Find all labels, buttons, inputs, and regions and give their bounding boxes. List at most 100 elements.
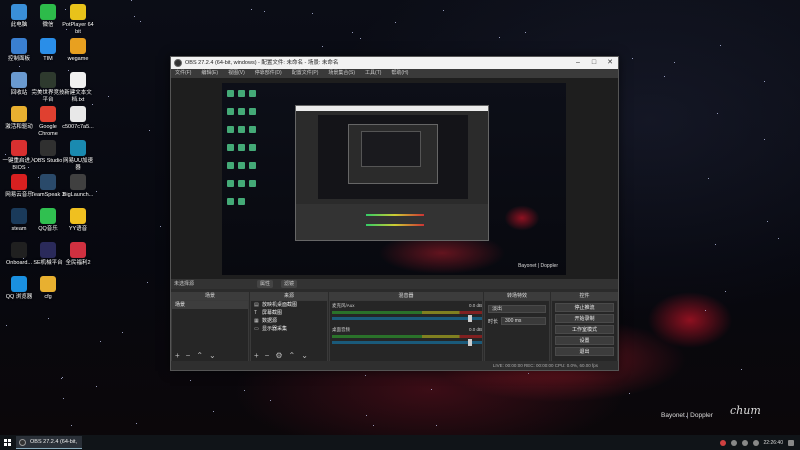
netease-music-icon xyxy=(11,174,27,190)
steam-icon xyxy=(11,208,27,224)
settings-button[interactable]: 设置 xyxy=(555,336,614,345)
star xyxy=(352,32,353,33)
properties-button[interactable]: 属性 xyxy=(257,280,274,288)
menu-docks[interactable]: 停靠部件(D) xyxy=(255,69,282,78)
desktop-icon-label: 网易UU加速器 xyxy=(63,158,93,171)
star xyxy=(71,425,72,426)
obs-window[interactable]: OBS 27.2.4 (64-bit, windows) - 配置文件: 未命名… xyxy=(170,56,619,371)
source-item[interactable]: ▦ 数据源 xyxy=(251,317,327,325)
menu-edit[interactable]: 编辑(E) xyxy=(201,69,218,78)
volume-slider[interactable] xyxy=(332,315,482,322)
transition-select[interactable]: 淡出 xyxy=(488,305,546,313)
add-scene-icon[interactable]: + xyxy=(175,351,180,361)
biglauncher-icon xyxy=(70,174,86,190)
tray-app-icon[interactable] xyxy=(719,439,726,446)
move-up-icon[interactable]: ⌃ xyxy=(289,351,296,361)
preview-signature: Bayonet | Doppler xyxy=(518,263,558,269)
move-down-icon[interactable]: ⌄ xyxy=(301,351,308,361)
menu-file[interactable]: 文件(F) xyxy=(175,69,191,78)
mixer-channel-db: 0.0 dB xyxy=(468,327,482,332)
desktop-icon-label: 完美世界竞技平台 xyxy=(31,90,65,103)
start-button[interactable] xyxy=(0,435,14,450)
desktop-icon-label: cfg xyxy=(44,294,52,300)
preview-canvas[interactable]: Bayonet | Doppler xyxy=(222,83,566,275)
star xyxy=(131,0,132,1)
desktop-icon-label: 全民福利2 xyxy=(65,260,91,266)
status-bar: LIVE: 00:00:00 REC: 00:00:00 CPU: 0.0%, … xyxy=(171,361,618,370)
scene-item[interactable]: 场景 xyxy=(172,301,248,309)
controls-dock-title: 控件 xyxy=(551,292,618,300)
desktop-icon[interactable]: cfg xyxy=(31,276,65,301)
star xyxy=(436,425,437,426)
duration-input[interactable]: 300 ms xyxy=(501,317,546,325)
menu-tools[interactable]: 工具(T) xyxy=(365,69,381,78)
source-item[interactable]: T 屏幕截图 xyxy=(251,309,327,317)
desktop-icon[interactable]: SE机械平台 xyxy=(31,242,65,267)
remove-source-icon[interactable]: − xyxy=(265,351,270,361)
sources-toolbar: + − ⚙ ⌃ ⌄ xyxy=(250,351,328,361)
scenes-toolbar: + − ⌃ ⌄ xyxy=(171,351,249,361)
move-down-icon[interactable]: ⌄ xyxy=(209,351,216,361)
start-recording-button[interactable]: 开始录制 xyxy=(555,314,614,323)
star xyxy=(108,96,109,97)
volume-slider[interactable] xyxy=(332,339,482,346)
text-file-icon xyxy=(70,72,86,88)
menu-scene-collection[interactable]: 场景集合(S) xyxy=(328,69,355,78)
desktop-icon-label: SE机械平台 xyxy=(33,260,63,266)
transitions-panel: 淡出 时长 300 ms xyxy=(484,300,550,362)
source-settings-icon[interactable]: ⚙ xyxy=(275,351,282,361)
desktop-icon[interactable]: YY语音 xyxy=(61,208,95,233)
star xyxy=(717,113,718,114)
ime-icon[interactable] xyxy=(752,439,759,446)
desktop-icon[interactable]: TIM xyxy=(31,38,65,63)
preview-area: Bayonet | Doppler xyxy=(171,78,618,279)
stop-streaming-button[interactable]: 停止推流 xyxy=(555,303,614,312)
remove-scene-icon[interactable]: − xyxy=(186,351,191,361)
close-icon[interactable]: ✕ xyxy=(602,57,618,69)
menu-help[interactable]: 帮助(H) xyxy=(391,69,408,78)
desktop-icon[interactable]: TeamSpeak 3 xyxy=(31,174,65,199)
desktop-icon[interactable]: QQ音乐 xyxy=(31,208,65,233)
maximize-icon[interactable]: □ xyxy=(586,57,602,69)
star xyxy=(63,398,64,399)
move-up-icon[interactable]: ⌃ xyxy=(196,351,203,361)
desktop-icon[interactable]: 微信 xyxy=(31,4,65,29)
notification-icon[interactable] xyxy=(788,439,794,446)
taskbar-obs-item[interactable]: OBS 27.2.4 (64-bit, ... xyxy=(16,436,82,449)
studio-mode-button[interactable]: 工作室模式 xyxy=(555,325,614,334)
desktop-icon[interactable]: BigLaunch... xyxy=(61,174,95,199)
teamspeak-icon xyxy=(40,174,56,190)
desktop-icon[interactable]: 完美世界竞技平台 xyxy=(31,72,65,103)
desktop-icon[interactable]: 网易UU加速器 xyxy=(61,140,95,171)
source-item[interactable]: ▤ 放映机桌面截图 xyxy=(251,301,327,309)
minimize-icon[interactable]: – xyxy=(570,57,586,69)
desktop-icon[interactable]: Google Chrome xyxy=(31,106,65,137)
desktop-icon-label: TIM xyxy=(43,56,53,62)
window-title: OBS 27.2.4 (64-bit, windows) - 配置文件: 未命名… xyxy=(185,60,339,66)
volume-icon[interactable] xyxy=(741,439,748,446)
folder-icon xyxy=(40,276,56,292)
obs-titlebar[interactable]: OBS 27.2.4 (64-bit, windows) - 配置文件: 未命名… xyxy=(171,57,618,69)
star xyxy=(778,238,779,239)
star xyxy=(134,16,135,17)
desktop-icon[interactable]: c5007c7a5... xyxy=(61,106,95,131)
desktop-icon[interactable]: 全民福利2 xyxy=(61,242,95,267)
menu-profile[interactable]: 配置文件(P) xyxy=(292,69,319,78)
menu-view[interactable]: 视图(V) xyxy=(228,69,245,78)
mixer-dock-title: 混音器 xyxy=(329,292,483,300)
filters-button[interactable]: 滤镜 xyxy=(281,280,298,288)
clock[interactable]: 22:26:40 xyxy=(764,440,783,446)
exit-button[interactable]: 退出 xyxy=(555,347,614,356)
star xyxy=(366,415,367,416)
desktop-icon[interactable]: PotPlayer 64 bit xyxy=(61,4,95,35)
network-icon[interactable] xyxy=(730,439,737,446)
desktop-icon[interactable]: 新建文本文档.txt xyxy=(61,72,95,103)
desktop-icon[interactable]: OBS Studio xyxy=(31,140,65,165)
star xyxy=(244,390,245,391)
taskbar: OBS 27.2.4 (64-bit, ... 22:26:40 xyxy=(0,435,800,450)
add-source-icon[interactable]: + xyxy=(254,351,259,361)
desktop-icon[interactable]: wegame xyxy=(61,38,95,63)
source-item[interactable]: ▭ 显示器采集 xyxy=(251,325,327,333)
menu-bar: 文件(F) 编辑(E) 视图(V) 停靠部件(D) 配置文件(P) 场景集合(S… xyxy=(171,69,618,78)
preview-desktop-icons xyxy=(225,86,259,212)
